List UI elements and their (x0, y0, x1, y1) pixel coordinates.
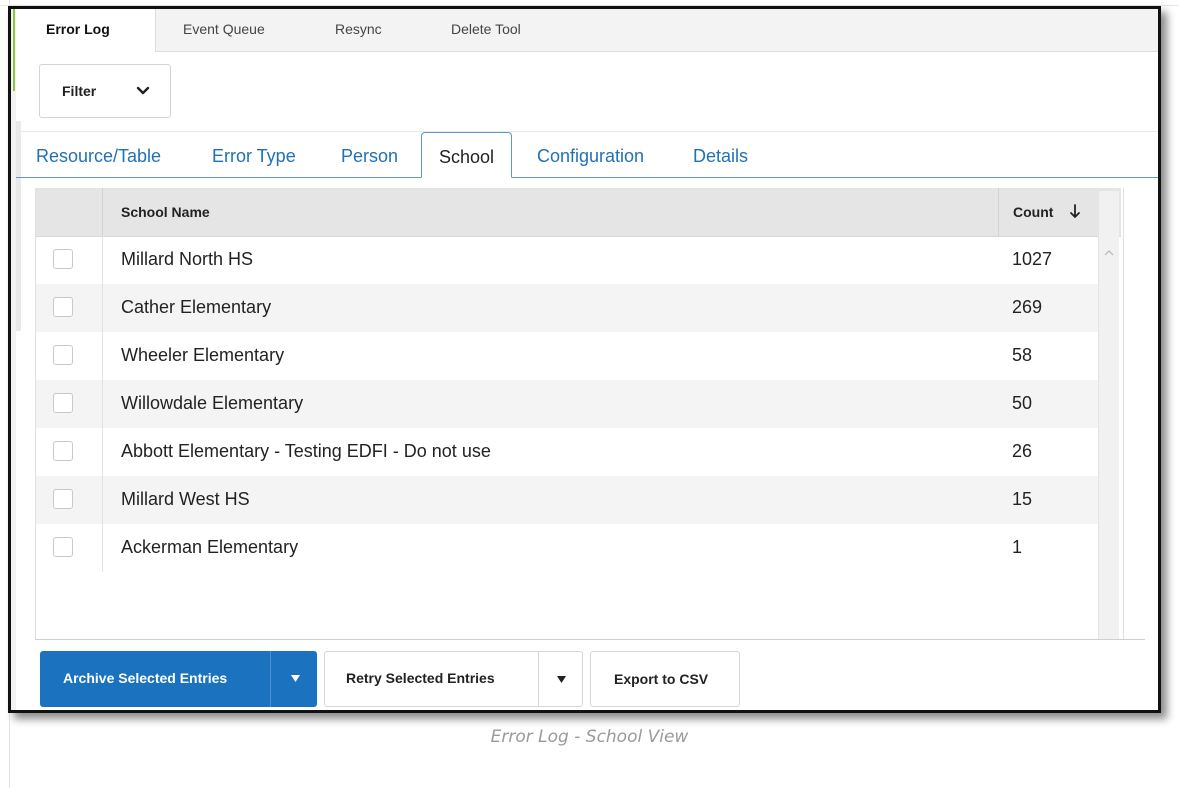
left-accent (13, 9, 15, 91)
row-checkbox[interactable] (53, 249, 73, 269)
tab-delete-tool[interactable]: Delete Tool (451, 9, 521, 51)
count-cell: 1 (1012, 537, 1023, 557)
table-row[interactable]: Wheeler Elementary 58 (36, 332, 1099, 380)
row-checkbox[interactable] (53, 537, 73, 557)
retry-selected-label: Retry Selected Entries (346, 670, 495, 686)
row-checkbox[interactable] (53, 345, 73, 365)
column-divider (102, 476, 103, 524)
row-checkbox[interactable] (53, 489, 73, 509)
count-cell: 15 (1012, 489, 1033, 509)
tabs-underline (16, 177, 1158, 178)
split-divider (270, 651, 271, 707)
view-tabs: Resource/Table Error Type Person School … (16, 130, 1158, 178)
left-edge (11, 9, 16, 710)
tab-person[interactable]: Person (341, 130, 398, 177)
tab-event-queue[interactable]: Event Queue (183, 9, 265, 51)
header-select-column (36, 188, 103, 236)
row-checkbox[interactable] (53, 393, 73, 413)
count-cell: 26 (1012, 441, 1033, 461)
row-checkbox[interactable] (53, 297, 73, 317)
school-name-cell: Cather Elementary (121, 297, 272, 317)
export-csv-label: Export to CSV (614, 671, 709, 687)
table-row[interactable]: Willowdale Elementary 50 (36, 380, 1099, 428)
caret-down-icon[interactable] (291, 675, 300, 682)
school-name-cell: Wheeler Elementary (121, 345, 285, 365)
table-row[interactable]: Ackerman Elementary 1 (36, 524, 1099, 572)
school-name-cell: Millard West HS (121, 489, 250, 509)
column-divider (102, 236, 103, 284)
archive-selected-label: Archive Selected Entries (63, 670, 228, 686)
column-divider (102, 380, 103, 428)
top-tab-bar: Error Log Event Queue Resync Delete Tool (16, 9, 1158, 52)
row-checkbox[interactable] (53, 441, 73, 461)
filter-label: Filter (62, 83, 97, 99)
count-cell: 269 (1012, 297, 1043, 317)
grid-scrollbar[interactable] (1098, 191, 1119, 639)
table-row[interactable]: Millard West HS 15 (36, 476, 1099, 524)
count-cell: 1027 (1012, 249, 1053, 269)
count-cell: 58 (1012, 345, 1033, 365)
tab-resync[interactable]: Resync (335, 9, 382, 51)
image-caption: Error Log - School View (490, 727, 689, 747)
tab-error-log[interactable]: Error Log (16, 9, 156, 52)
column-header-count: Count (1013, 204, 1054, 220)
column-divider (102, 332, 103, 380)
tab-error-type[interactable]: Error Type (212, 130, 296, 177)
grid-header: School Name Count (36, 188, 1121, 237)
chevron-down-icon (136, 86, 150, 95)
filter-button[interactable]: Filter (39, 64, 171, 118)
table-row[interactable]: Abbott Elementary - Testing EDFI - Do no… (36, 428, 1099, 476)
column-divider (102, 524, 103, 572)
tab-details[interactable]: Details (693, 130, 748, 177)
table-row[interactable]: Millard North HS 1027 (36, 236, 1099, 284)
retry-selected-button[interactable]: Retry Selected Entries (324, 651, 583, 707)
sort-descending-icon (1070, 204, 1080, 218)
grid-bottom-border (35, 639, 1145, 640)
export-csv-button[interactable]: Export to CSV (590, 651, 740, 707)
caret-down-icon[interactable] (557, 676, 566, 683)
school-grid: School Name Count Millard North HS 1027 … (35, 188, 1124, 640)
screenshot-frame: Error Log Event Queue Resync Delete Tool… (8, 6, 1161, 713)
tab-configuration[interactable]: Configuration (537, 130, 644, 177)
scroll-up-icon[interactable] (1104, 249, 1114, 257)
split-divider (538, 652, 539, 706)
column-header-school-name[interactable]: School Name (121, 204, 210, 220)
column-divider (102, 428, 103, 476)
archive-selected-button[interactable]: Archive Selected Entries (40, 651, 317, 707)
count-cell: 50 (1012, 393, 1033, 413)
school-name-cell: Abbott Elementary - Testing EDFI - Do no… (121, 441, 491, 461)
tab-school[interactable]: School (421, 132, 513, 178)
tab-resource-table[interactable]: Resource/Table (36, 130, 161, 177)
school-name-cell: Ackerman Elementary (121, 537, 299, 557)
column-divider (102, 284, 103, 332)
school-name-cell: Willowdale Elementary (121, 393, 304, 413)
table-row[interactable]: Cather Elementary 269 (36, 284, 1099, 332)
school-name-cell: Millard North HS (121, 249, 254, 269)
